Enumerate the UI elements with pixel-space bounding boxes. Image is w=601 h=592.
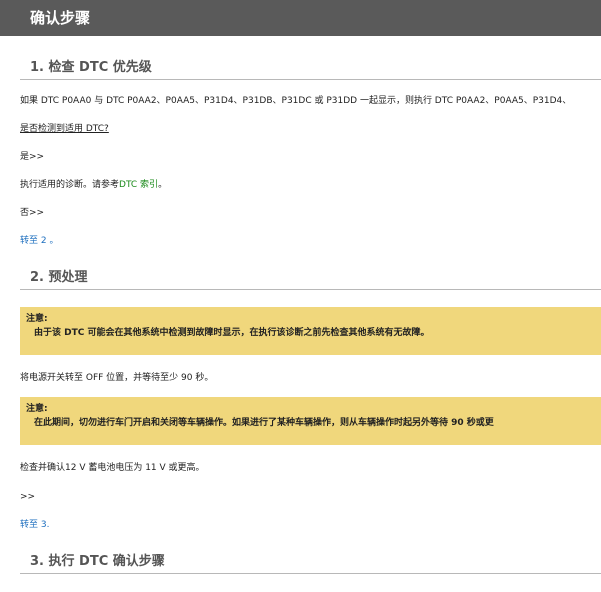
note1-title: 注意: (26, 314, 48, 324)
section-1-title: 1. 检查 DTC 优先级 (20, 58, 601, 80)
section-3-title: 3. 执行 DTC 确认步骤 (20, 552, 601, 574)
yes-text-suffix: 。 (158, 180, 168, 190)
dtc-index-link[interactable]: DTC 索引 (119, 180, 158, 190)
yes-text-prefix: 执行适用的诊断。请参考 (20, 180, 120, 190)
caution-note-1: 注意: 由于该 DTC 可能会在其他系统中检测到故障时显示，在执行该诊断之前先检… (20, 307, 601, 355)
note2-body: 在此期间，切勿进行车门开启和关闭等车辆操作。如果进行了某种车辆操作，则从车辆操作… (34, 418, 494, 428)
step1-question: 是否检测到适用 DTC? (20, 124, 109, 134)
caution-note-2: 注意: 在此期间，切勿进行车门开启和关闭等车辆操作。如果进行了某种车辆操作，则从… (20, 397, 601, 445)
goto-step-3-link[interactable]: 转至 3. (20, 519, 49, 531)
page-title: 确认步骤 (0, 0, 601, 36)
step1-intro: 如果 DTC P0AA0 与 DTC P0AA2、P0AA5、P31D4、P31… (20, 96, 572, 106)
step1-yes-text: 执行适用的诊断。请参考DTC 索引。 (20, 179, 167, 191)
step1-yes-label: 是>> (20, 152, 45, 162)
note1-body: 由于该 DTC 可能会在其他系统中检测到故障时显示，在执行该诊断之前先检查其他系… (34, 328, 430, 338)
section-2-title: 2. 预处理 (20, 268, 601, 290)
battery-check-instruction: 检查并确认12 V 蓄电池电压为 11 V 或更高。 (20, 463, 205, 473)
power-off-instruction: 将电源开关转至 OFF 位置，并等待至少 90 秒。 (20, 373, 214, 383)
step1-no-label: 否>> (20, 208, 45, 218)
step2-next-label: >> (20, 492, 36, 502)
note2-title: 注意: (26, 404, 48, 414)
goto-step-2-link[interactable]: 转至 2 。 (20, 235, 58, 247)
